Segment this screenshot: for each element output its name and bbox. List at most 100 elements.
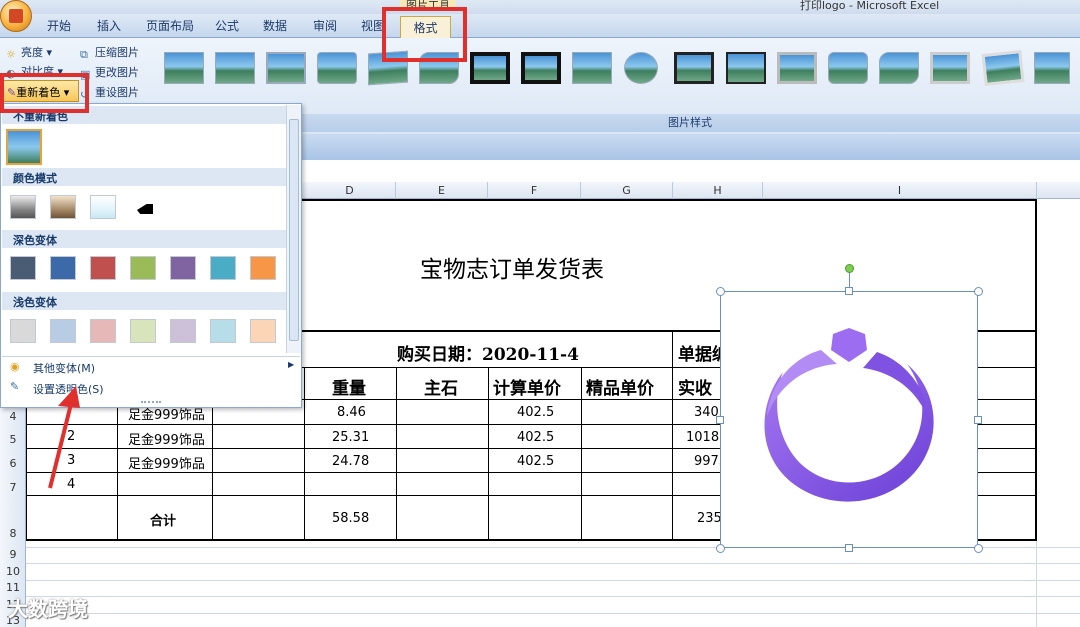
- office-button[interactable]: [0, 0, 32, 32]
- row-header[interactable]: 4: [0, 410, 26, 423]
- resize-handle[interactable]: [845, 287, 853, 295]
- brightness-button[interactable]: ☼ 亮度 ▾: [6, 44, 52, 61]
- resize-handle[interactable]: [974, 544, 983, 553]
- tab-formulas[interactable]: 公式: [215, 17, 239, 34]
- tab-data[interactable]: 数据: [263, 17, 287, 34]
- tab-review[interactable]: 审阅: [313, 17, 337, 34]
- column-header-h[interactable]: H: [673, 182, 763, 199]
- picture-style-thumb[interactable]: [674, 52, 714, 84]
- gridline: [26, 596, 1080, 597]
- picture-style-thumb[interactable]: [624, 52, 658, 84]
- more-variations-icon: ◉: [10, 360, 20, 373]
- tab-insert[interactable]: 插入: [97, 17, 121, 34]
- red-arrow-icon: [48, 386, 80, 489]
- column-header-f[interactable]: F: [488, 182, 581, 199]
- column-headers: D E F G H I: [300, 182, 1080, 199]
- picture-style-thumb[interactable]: [470, 52, 510, 84]
- compress-picture-button[interactable]: ⧉ 压缩图片: [80, 44, 139, 61]
- sun-icon: ☼: [6, 48, 16, 61]
- cell-item-name[interactable]: 足金999饰品: [128, 429, 205, 448]
- resize-handle[interactable]: [716, 416, 724, 424]
- sepia-option[interactable]: [50, 195, 76, 219]
- dark-variation-option[interactable]: [250, 256, 276, 280]
- table-border: [396, 368, 397, 540]
- black-white-option[interactable]: [130, 195, 156, 219]
- column-header-i[interactable]: I: [763, 182, 1037, 199]
- picture-style-thumb[interactable]: [164, 52, 204, 84]
- dark-variation-option[interactable]: [50, 256, 76, 280]
- total-paid[interactable]: 235: [697, 511, 722, 526]
- header-main-stone: 主石: [424, 379, 458, 399]
- picture-style-thumb[interactable]: [572, 52, 612, 84]
- dark-variation-option[interactable]: [10, 256, 36, 280]
- picture-style-thumb[interactable]: [726, 52, 766, 84]
- selected-picture[interactable]: [720, 291, 978, 548]
- dark-variation-option[interactable]: [130, 256, 156, 280]
- header-weight: 重量: [332, 379, 366, 399]
- picture-style-thumb[interactable]: [266, 52, 306, 84]
- column-header-d[interactable]: D: [304, 182, 396, 199]
- total-weight[interactable]: 58.58: [332, 511, 369, 526]
- picture-style-thumb[interactable]: [930, 52, 970, 84]
- column-header-e[interactable]: E: [396, 182, 488, 199]
- picture-style-thumb[interactable]: [1034, 52, 1070, 84]
- total-label: 合计: [150, 514, 177, 529]
- picture-style-thumb[interactable]: [215, 52, 255, 84]
- resize-handle[interactable]: [974, 416, 982, 424]
- picture-style-thumb[interactable]: [521, 52, 561, 84]
- row-header[interactable]: 5: [0, 433, 26, 446]
- picture-style-thumb[interactable]: [777, 52, 817, 84]
- tab-page-layout[interactable]: 页面布局: [146, 17, 194, 34]
- resize-handle[interactable]: [716, 544, 725, 553]
- light-variations-header: 浅色变体: [2, 292, 286, 310]
- table-border: [302, 199, 1037, 201]
- resize-grip[interactable]: [141, 401, 161, 404]
- light-variation-option[interactable]: [50, 319, 76, 343]
- no-recolor-option[interactable]: [6, 129, 42, 165]
- resize-handle[interactable]: [974, 287, 983, 296]
- row-header[interactable]: 6: [0, 457, 26, 470]
- table-border: [117, 400, 118, 540]
- picture-style-thumb[interactable]: [828, 52, 868, 84]
- cell-item-name[interactable]: 足金999饰品: [128, 453, 205, 472]
- picture-style-thumb[interactable]: [879, 52, 919, 84]
- washout-option[interactable]: [90, 195, 116, 219]
- row-header[interactable]: 10: [0, 565, 26, 578]
- table-border: [304, 368, 305, 540]
- office-logo-icon: [9, 9, 23, 23]
- cell-price[interactable]: 402.5: [517, 454, 554, 469]
- resize-handle[interactable]: [845, 544, 853, 552]
- light-variation-option[interactable]: [10, 319, 36, 343]
- dark-variation-option[interactable]: [170, 256, 196, 280]
- row-header[interactable]: 7: [0, 481, 26, 494]
- resize-handle[interactable]: [716, 287, 725, 296]
- light-variation-option[interactable]: [130, 319, 156, 343]
- light-variation-option[interactable]: [90, 319, 116, 343]
- dropdown-scrollbar[interactable]: [286, 105, 301, 353]
- scrollbar-thumb[interactable]: [289, 119, 299, 341]
- cell-weight[interactable]: 24.78: [332, 454, 369, 469]
- watermark: 大数跨境: [8, 597, 88, 621]
- more-variations-item[interactable]: ◉ 其他变体(M) ▶: [2, 356, 300, 376]
- compress-icon: ⧉: [80, 48, 88, 61]
- column-header-g[interactable]: G: [581, 182, 673, 199]
- rotate-handle[interactable]: [845, 264, 854, 273]
- dark-variation-option[interactable]: [210, 256, 236, 280]
- tab-home[interactable]: 开始: [47, 17, 71, 34]
- grayscale-option[interactable]: [10, 195, 36, 219]
- window-title: 打印logo - Microsoft Excel: [800, 0, 940, 12]
- row-header[interactable]: 8: [0, 527, 26, 540]
- light-variation-option[interactable]: [250, 319, 276, 343]
- cell-weight[interactable]: 8.46: [337, 405, 366, 420]
- ring-logo-icon: [764, 328, 934, 502]
- cell-price[interactable]: 402.5: [517, 430, 554, 445]
- light-variation-option[interactable]: [210, 319, 236, 343]
- cell-weight[interactable]: 25.31: [332, 430, 369, 445]
- picture-style-thumb[interactable]: [981, 49, 1025, 87]
- dark-variation-option[interactable]: [90, 256, 116, 280]
- light-variation-option[interactable]: [170, 319, 196, 343]
- picture-style-thumb[interactable]: [317, 52, 357, 84]
- cell-price[interactable]: 402.5: [517, 405, 554, 420]
- row-header[interactable]: 9: [0, 548, 26, 561]
- picture-styles-gallery: [160, 46, 1080, 94]
